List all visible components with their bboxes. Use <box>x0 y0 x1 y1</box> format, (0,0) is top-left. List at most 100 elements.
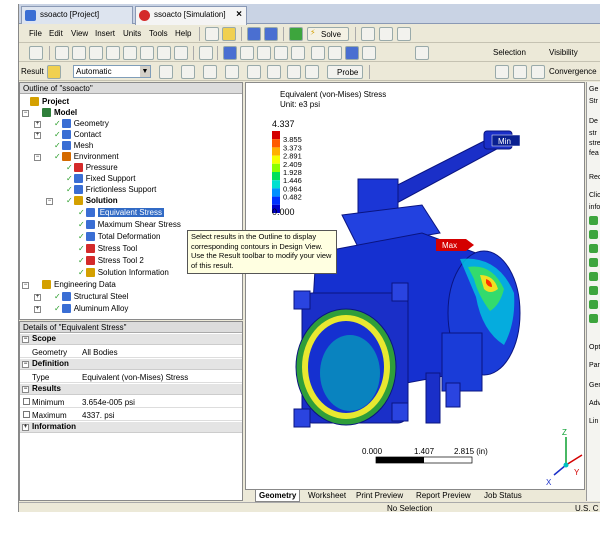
close-icon[interactable]: × <box>236 9 242 20</box>
extend-selection-icon[interactable] <box>123 46 137 60</box>
select-body-icon[interactable] <box>106 46 120 60</box>
wizard-check-icon[interactable] <box>589 216 598 225</box>
save-icon[interactable] <box>247 27 261 41</box>
expand-icon[interactable]: + <box>34 121 41 128</box>
convergence-toolbar-label[interactable]: Convergence <box>549 67 597 76</box>
rotate-view-icon[interactable] <box>223 46 237 60</box>
rotate-icon[interactable] <box>199 46 213 60</box>
minimum-icon[interactable] <box>305 65 319 79</box>
parameter-checkbox[interactable] <box>23 398 30 405</box>
tree-item[interactable]: ✓ Equivalent Stress <box>78 207 164 218</box>
previous-view-icon[interactable] <box>328 46 342 60</box>
select-vertex-icon[interactable] <box>55 46 69 60</box>
tab-worksheet[interactable]: Worksheet <box>305 490 349 502</box>
expand-icon[interactable]: + <box>34 294 41 301</box>
solve-button[interactable]: ⚡ Solve <box>307 27 349 41</box>
display-icon[interactable] <box>159 65 173 79</box>
table-icon[interactable] <box>513 65 527 79</box>
tree-item[interactable]: ✓ Maximum Shear Stress <box>78 219 181 230</box>
zoom-to-fit-icon[interactable] <box>291 46 305 60</box>
tree-item[interactable]: ✓ Solution Information <box>78 267 169 278</box>
report-icon[interactable] <box>397 27 411 41</box>
tab-project[interactable]: ssoacto [Project] <box>21 6 133 24</box>
tab-report-preview[interactable]: Report Preview <box>413 490 474 502</box>
minimum-property-row[interactable]: Minimum 3.654e-005 psi <box>20 396 242 408</box>
wizard-check-icon[interactable] <box>589 286 598 295</box>
visibility-toolbar-label[interactable]: Visibility <box>549 48 578 57</box>
graphics-viewport[interactable]: Equivalent (von-Mises) Stress Unit: e3 p… <box>245 82 585 490</box>
tree-item[interactable]: ✓ Stress Tool <box>78 243 137 254</box>
tree-item[interactable]: ✓ Total Deformation <box>78 231 160 242</box>
definition-group[interactable]: − Definition <box>20 359 242 370</box>
select-edge-icon[interactable] <box>72 46 86 60</box>
tree-item[interactable]: ✓ Environment <box>54 151 119 162</box>
tree-item[interactable]: ✓ Frictionless Support <box>66 184 156 195</box>
max-min-icon[interactable] <box>247 65 261 79</box>
collapse-icon[interactable]: − <box>22 336 29 343</box>
zoom-icon[interactable] <box>257 46 271 60</box>
expand-icon[interactable]: + <box>34 132 41 139</box>
tree-item[interactable]: ✓ Fixed Support <box>66 173 136 184</box>
contour-icon[interactable] <box>181 65 195 79</box>
tree-item[interactable]: ✓ Geometry <box>54 118 109 129</box>
window-layout-icon[interactable] <box>362 46 376 60</box>
geometry-property-row[interactable]: Geometry All Bodies <box>20 346 242 358</box>
wizard-check-icon[interactable] <box>589 258 598 267</box>
show-vertices-icon[interactable] <box>174 46 188 60</box>
tree-item[interactable]: ✓ Contact <box>54 129 101 140</box>
wizard-check-icon[interactable] <box>589 314 598 323</box>
select-mode-icon[interactable] <box>140 46 154 60</box>
tree-item[interactable]: Model <box>42 107 77 118</box>
parameter-checkbox[interactable] <box>23 411 30 418</box>
information-group[interactable]: + Information <box>20 422 242 433</box>
menu-help[interactable]: Help <box>175 29 191 38</box>
valve-model[interactable] <box>293 130 521 428</box>
graph-icon[interactable] <box>495 65 509 79</box>
expand-icon[interactable]: + <box>22 424 29 431</box>
wizard-check-icon[interactable] <box>589 300 598 309</box>
tab-geometry[interactable]: Geometry <box>255 490 301 502</box>
menu-units[interactable]: Units <box>123 29 141 38</box>
export-icon[interactable] <box>531 65 545 79</box>
tab-print-preview[interactable]: Print Preview <box>353 490 406 502</box>
menu-view[interactable]: View <box>71 29 88 38</box>
tree-item[interactable]: Engineering Data <box>42 279 116 290</box>
section-plane-icon[interactable] <box>415 46 429 60</box>
color-map-icon[interactable] <box>225 65 239 79</box>
pan-icon[interactable] <box>240 46 254 60</box>
collapse-icon[interactable]: − <box>22 386 29 393</box>
annotation-icon[interactable] <box>361 27 375 41</box>
tree-item[interactable]: Project <box>30 96 69 107</box>
wizard-check-icon[interactable] <box>589 272 598 281</box>
menu-file[interactable]: File <box>29 29 42 38</box>
type-property-row[interactable]: Type Equivalent (von-Mises) Stress <box>20 371 242 383</box>
menu-tools[interactable]: Tools <box>149 29 168 38</box>
cursor-mode-icon[interactable] <box>29 46 43 60</box>
menu-insert[interactable]: Insert <box>95 29 115 38</box>
tree-item[interactable]: ✓ Structural Steel <box>54 291 128 302</box>
edges-icon[interactable] <box>203 65 217 79</box>
tree-item[interactable]: ✓ Stress Tool 2 <box>78 255 144 266</box>
wizard-check-icon[interactable] <box>589 230 598 239</box>
selection-toolbar-label[interactable]: Selection <box>493 48 526 57</box>
named-selection-icon[interactable] <box>157 46 171 60</box>
tab-job-status[interactable]: Job Status <box>481 490 525 502</box>
expand-icon[interactable]: + <box>34 306 41 313</box>
scale-combo[interactable]: Automatic ▼ <box>73 65 151 78</box>
maximum-property-row[interactable]: Maximum 4337. psi <box>20 409 242 421</box>
model-view[interactable]: Equivalent (von-Mises) Stress Unit: e3 p… <box>246 83 585 490</box>
collapse-icon[interactable]: − <box>22 361 29 368</box>
tab-simulation[interactable]: ssoacto [Simulation] × <box>135 6 247 25</box>
probe-button[interactable]: Probe <box>327 65 363 79</box>
select-face-icon[interactable] <box>89 46 103 60</box>
wizard-check-icon[interactable] <box>589 244 598 253</box>
check-icon[interactable] <box>289 27 303 41</box>
box-zoom-icon[interactable] <box>274 46 288 60</box>
scope-group[interactable]: − Scope <box>20 334 242 345</box>
magnifier-icon[interactable] <box>311 46 325 60</box>
tree-item[interactable]: ✓ Aluminum Alloy <box>54 303 128 314</box>
collapse-icon[interactable]: − <box>34 154 41 161</box>
menu-edit[interactable]: Edit <box>49 29 63 38</box>
results-group[interactable]: − Results <box>20 384 242 395</box>
vector-icon[interactable] <box>267 65 281 79</box>
